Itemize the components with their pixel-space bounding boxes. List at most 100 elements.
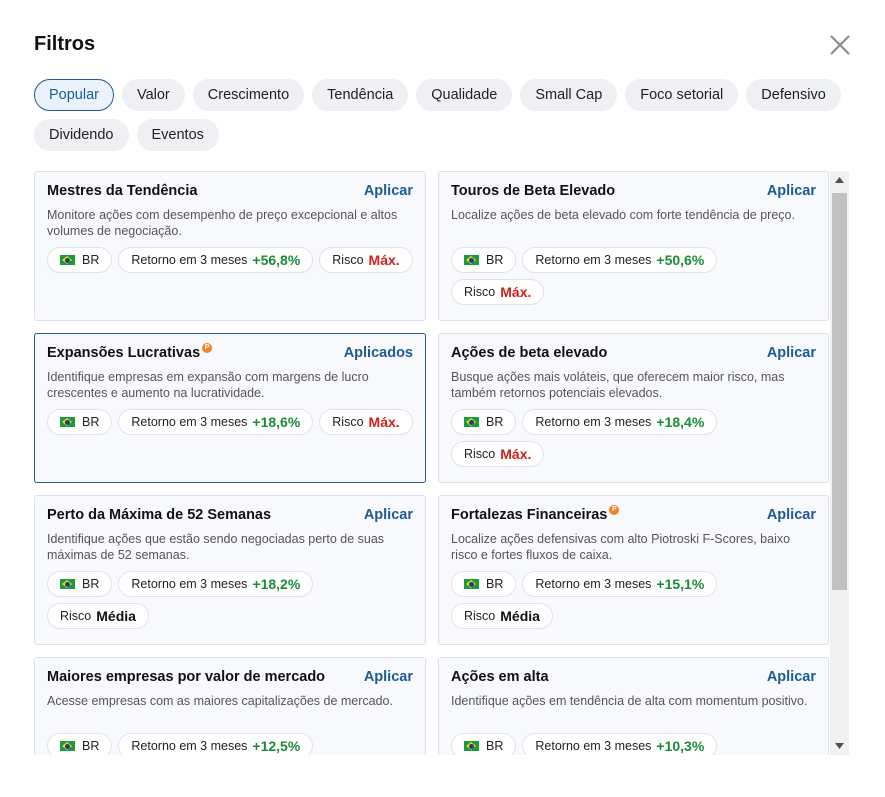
card-tags: BR Retorno em 3 meses +50,6% Risco Máx. (451, 247, 816, 305)
return-tag: Retorno em 3 meses +10,3% (522, 733, 718, 755)
return-label: Retorno em 3 meses (131, 253, 248, 267)
card-title-text: Expansões Lucrativas (47, 345, 201, 361)
filter-cards-list: Mestres da Tendência Aplicar Monitore aç… (34, 171, 850, 755)
apply-button[interactable]: Aplicados (344, 345, 413, 361)
card-title-text: Perto da Máxima de 52 Semanas (47, 507, 272, 523)
page-title: Filtros (34, 33, 96, 55)
card-description: Identifique empresas em expansão com mar… (47, 370, 369, 400)
risk-value: Média (96, 608, 136, 624)
card-tags: BR Retorno em 3 meses +56,8% Risco Máx. (47, 247, 413, 273)
tab-defensivo[interactable]: Defensivo (746, 79, 841, 111)
card-description: Identifique ações que estão sendo negoci… (47, 532, 385, 562)
filter-card[interactable]: Expansões Lucrativas P Aplicados Identifi… (34, 333, 426, 483)
return-label: Retorno em 3 meses (535, 577, 652, 591)
tab-foco-setorial[interactable]: Foco setorial (625, 79, 739, 111)
card-title: Touros de Beta Elevado (451, 183, 615, 199)
risk-label: Risco (332, 253, 364, 267)
risk-tag: Risco Média (47, 603, 149, 629)
risk-label: Risco (464, 447, 496, 461)
brazil-flag-icon (464, 417, 479, 427)
return-tag: Retorno em 3 meses +18,6% (118, 409, 314, 435)
risk-value: Máx. (500, 284, 532, 300)
risk-value: Máx. (368, 252, 400, 268)
return-tag: Retorno em 3 meses +12,5% (118, 733, 314, 755)
risk-tag: Risco Máx. (319, 409, 413, 435)
risk-value: Média (500, 608, 540, 624)
filter-card[interactable]: Touros de Beta Elevado Aplicar Localize … (438, 171, 829, 321)
apply-button[interactable]: Aplicar (767, 669, 816, 685)
card-title: Expansões Lucrativas P (47, 343, 213, 361)
card-title: Maiores empresas por valor de mercado (47, 669, 325, 685)
filter-card[interactable]: Ações em alta Aplicar Identifique ações … (438, 657, 829, 755)
apply-button[interactable]: Aplicar (767, 507, 816, 523)
risk-tag: Risco Média (451, 603, 553, 629)
pro-badge-icon: P (202, 343, 213, 353)
apply-button[interactable]: Aplicar (767, 345, 816, 361)
card-description: Localize ações de beta elevado com forte… (451, 208, 795, 222)
brazil-flag-icon (464, 579, 479, 589)
card-description: Acesse empresas com as maiores capitaliz… (47, 694, 393, 708)
country-label: BR (486, 739, 504, 753)
return-value: +12,5% (252, 738, 301, 754)
cards-grid: Mestres da Tendência Aplicar Monitore aç… (34, 171, 830, 755)
brazil-flag-icon (464, 255, 479, 265)
tab-popular[interactable]: Popular (34, 79, 114, 111)
card-description: Identifique ações em tendência de alta c… (451, 694, 808, 708)
country-tag: BR (451, 733, 517, 755)
tab-valor[interactable]: Valor (121, 79, 185, 111)
country-tag: BR (451, 409, 517, 435)
country-tag: BR (47, 247, 113, 273)
filter-card[interactable]: Maiores empresas por valor de mercado Ap… (34, 657, 426, 755)
card-description: Localize ações defensivas com alto Piotr… (451, 532, 791, 562)
scroll-up-arrow-icon[interactable] (830, 171, 849, 189)
filter-card[interactable]: Fortalezas Financeiras P Aplicar Localize… (438, 495, 829, 645)
brazil-flag-icon (464, 741, 479, 751)
brazil-flag-icon (60, 741, 75, 751)
card-tags: BR Retorno em 3 meses +18,6% Risco Máx. (47, 409, 413, 435)
apply-button[interactable]: Aplicar (364, 669, 413, 685)
card-title-text: Ações de beta elevado (451, 345, 608, 361)
apply-button[interactable]: Aplicar (364, 183, 413, 199)
country-tag: BR (47, 409, 113, 435)
card-title-text: Touros de Beta Elevado (451, 183, 616, 199)
card-title: Mestres da Tendência (47, 183, 197, 199)
country-tag: BR (47, 571, 113, 597)
close-icon[interactable] (828, 33, 852, 57)
filter-card[interactable]: Mestres da Tendência Aplicar Monitore aç… (34, 171, 426, 321)
scrollbar-thumb[interactable] (832, 193, 847, 590)
return-label: Retorno em 3 meses (131, 577, 248, 591)
country-label: BR (82, 739, 100, 753)
card-title-text: Maiores empresas por valor de mercado (47, 669, 326, 685)
return-tag: Retorno em 3 meses +18,4% (522, 409, 718, 435)
apply-button[interactable]: Aplicar (767, 183, 816, 199)
return-value: +56,8% (252, 252, 301, 268)
card-title: Ações em alta (451, 669, 549, 685)
pro-badge-icon: P (609, 505, 620, 515)
tab-dividendo[interactable]: Dividendo (34, 119, 129, 151)
return-label: Retorno em 3 meses (131, 739, 248, 753)
apply-button[interactable]: Aplicar (364, 507, 413, 523)
filter-card[interactable]: Ações de beta elevado Aplicar Busque açõ… (438, 333, 829, 483)
tab-crescimento[interactable]: Crescimento (192, 79, 305, 111)
risk-tag: Risco Máx. (451, 441, 545, 467)
tab-tendencia[interactable]: Tendência (312, 79, 409, 111)
filter-tabs: Popular Valor Crescimento Tendência Qual… (34, 79, 849, 151)
return-label: Retorno em 3 meses (535, 739, 652, 753)
country-label: BR (486, 577, 504, 591)
scroll-down-arrow-icon[interactable] (830, 737, 849, 755)
risk-label: Risco (464, 285, 496, 299)
scrollbar[interactable] (830, 171, 849, 755)
return-tag: Retorno em 3 meses +56,8% (118, 247, 314, 273)
filter-card[interactable]: Perto da Máxima de 52 Semanas Aplicar Id… (34, 495, 426, 645)
country-label: BR (82, 253, 100, 267)
tab-qualidade[interactable]: Qualidade (416, 79, 513, 111)
tab-eventos[interactable]: Eventos (136, 119, 219, 151)
card-title: Perto da Máxima de 52 Semanas (47, 507, 271, 523)
card-tags: BR Retorno em 3 meses +18,2% Risco Média (47, 571, 413, 629)
card-title-text: Ações em alta (451, 669, 549, 685)
country-label: BR (82, 577, 100, 591)
risk-tag: Risco Máx. (451, 279, 545, 305)
card-title-text: Fortalezas Financeiras (451, 507, 608, 523)
country-label: BR (82, 415, 100, 429)
tab-small-cap[interactable]: Small Cap (520, 79, 618, 111)
